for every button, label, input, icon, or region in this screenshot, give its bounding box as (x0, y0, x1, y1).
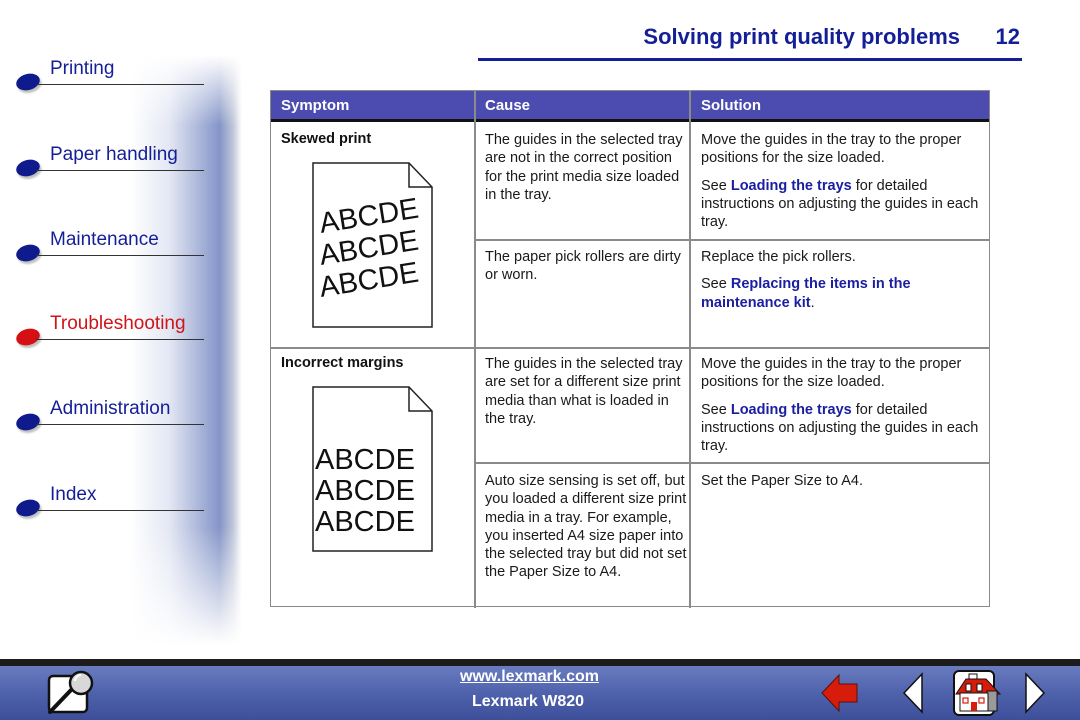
bullet-icon (14, 242, 42, 264)
divider (36, 424, 204, 425)
column-divider (474, 91, 476, 608)
cause-cell: Auto size sensing is set off, but you lo… (485, 473, 687, 581)
sidebar-item-label: Maintenance (50, 229, 159, 250)
row-divider (474, 239, 989, 241)
footer-bar: www.lexmark.com Lexmark W820 (0, 666, 1080, 720)
cause-cell: The guides in the selected tray are set … (485, 356, 683, 427)
solution-cell: Move the guides in the tray to the prope… (701, 131, 983, 231)
divider (36, 339, 204, 340)
bullet-icon (14, 497, 42, 519)
symptom-label: Incorrect margins (281, 355, 404, 371)
sidebar-item-label: Troubleshooting (50, 313, 186, 334)
website-link[interactable]: www.lexmark.com (460, 668, 599, 686)
see-suffix: . (810, 294, 815, 311)
table-header: Symptom Cause Solution (271, 91, 989, 122)
solution-cell: Set the Paper Size to A4. (701, 472, 983, 490)
solution-text: Move the guides in the tray to the prope… (701, 132, 962, 167)
sample-text-line: ABCDE (315, 475, 415, 507)
sidebar-item-printing[interactable]: Printing (14, 58, 204, 93)
link-replacing-maintenance-kit[interactable]: Replacing the items in the maintenance k… (701, 276, 911, 310)
bullet-icon (14, 71, 42, 93)
page-number: 12 (995, 24, 1020, 49)
see-prefix: See (701, 401, 731, 418)
solution-see-reference: See Loading the trays for detailed instr… (701, 401, 983, 456)
solution-cell: Replace the pick rollers. See Replacing … (701, 248, 961, 312)
header-divider (478, 58, 1022, 61)
sidebar-item-label: Administration (50, 398, 171, 419)
incorrect-margins-illustration: ABCDE ABCDE ABCDE (312, 386, 433, 552)
solution-see-reference: See Loading the trays for detailed instr… (701, 177, 983, 232)
back-arrow-icon[interactable] (820, 672, 860, 714)
row-divider (474, 462, 989, 464)
sidebar-item-administration[interactable]: Administration (14, 398, 204, 433)
divider (36, 255, 204, 256)
cause-cell: The guides in the selected tray are not … (485, 132, 683, 203)
bullet-icon (14, 411, 42, 433)
page-title: Solving print quality problems (643, 24, 960, 49)
column-header-symptom: Symptom (281, 97, 350, 114)
footer-divider (0, 659, 1080, 666)
search-icon[interactable] (44, 670, 96, 716)
column-header-solution: Solution (701, 97, 761, 114)
sidebar-item-label: Printing (50, 58, 115, 79)
sample-text-line: ABCDE (315, 506, 415, 538)
print-quality-table: Symptom Cause Solution Skewed print ABCD… (270, 90, 990, 608)
divider (36, 84, 204, 85)
sidebar-item-maintenance[interactable]: Maintenance (14, 229, 204, 264)
solution-text: Move the guides in the tray to the prope… (701, 356, 962, 391)
sidebar-item-label: Index (50, 484, 97, 505)
sidebar-item-index[interactable]: Index (14, 484, 204, 519)
sidebar-item-troubleshooting[interactable]: Troubleshooting (14, 313, 204, 348)
solution-see-reference: See Replacing the items in the maintenan… (701, 275, 961, 312)
sidebar-item-label: Paper handling (50, 144, 178, 165)
divider (36, 170, 204, 171)
see-prefix: See (701, 276, 731, 293)
cause-cell: The paper pick rollers are dirty or worn… (485, 249, 681, 284)
solution-cell: Move the guides in the tray to the prope… (701, 355, 983, 455)
previous-page-icon[interactable] (902, 672, 924, 714)
solution-text: Set the Paper Size to A4. (701, 473, 864, 489)
bullet-icon (14, 326, 42, 348)
see-prefix: See (701, 177, 731, 194)
divider (36, 510, 204, 511)
bullet-icon (14, 157, 42, 179)
link-loading-the-trays[interactable]: Loading the trays (731, 402, 852, 418)
next-page-icon[interactable] (1024, 672, 1046, 714)
row-divider (271, 347, 989, 349)
home-icon[interactable] (952, 669, 1004, 717)
sample-text-line: ABCDE (315, 444, 415, 476)
column-header-cause: Cause (485, 97, 531, 114)
product-model: Lexmark W820 (472, 693, 585, 710)
sidebar-item-paper-handling[interactable]: Paper handling (14, 144, 204, 179)
link-loading-the-trays[interactable]: Loading the trays (731, 178, 852, 194)
solution-text: Replace the pick rollers. (701, 249, 856, 265)
symptom-label: Skewed print (281, 131, 372, 147)
skewed-print-illustration: ABCDE ABCDE ABCDE (312, 162, 433, 328)
